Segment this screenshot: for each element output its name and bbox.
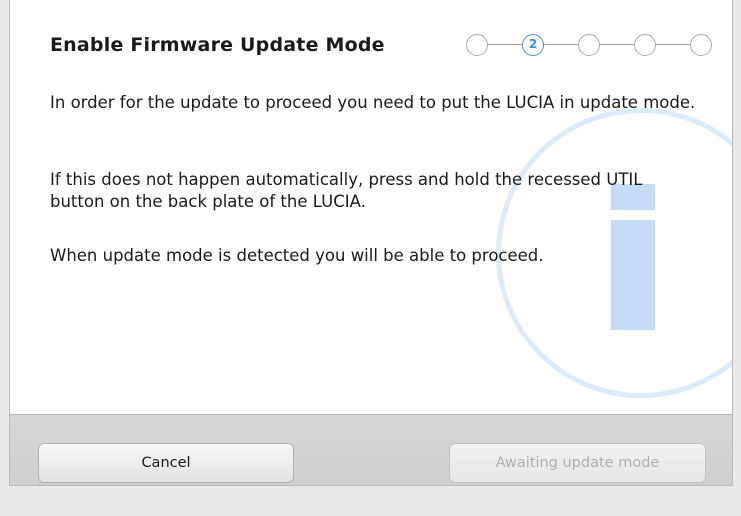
dialog-title: Enable Firmware Update Mode (50, 34, 385, 56)
firmware-update-dialog: Enable Firmware Update Mode 2 In order f… (9, 0, 733, 486)
step-2-circle: 2 (522, 34, 544, 56)
info-icon-watermark-stem (611, 220, 655, 330)
instruction-paragraph-1: In order for the update to proceed you n… (50, 93, 696, 112)
instruction-paragraph-3: When update mode is detected you will be… (50, 246, 544, 265)
instruction-paragraph-2: If this does not happen automatically, p… (50, 170, 643, 211)
step-5-circle (690, 34, 712, 56)
step-4-circle (634, 34, 656, 56)
awaiting-update-mode-button[interactable]: Awaiting update mode (449, 443, 706, 483)
step-connector (599, 44, 634, 45)
step-connector (655, 44, 690, 45)
cancel-button[interactable]: Cancel (38, 443, 294, 483)
step-1-circle (466, 34, 488, 56)
step-connector (543, 44, 578, 45)
dialog-footer: Cancel Awaiting update mode (10, 414, 732, 485)
step-connector (487, 44, 522, 45)
step-3-circle (578, 34, 600, 56)
step-indicator: 2 (466, 34, 712, 56)
